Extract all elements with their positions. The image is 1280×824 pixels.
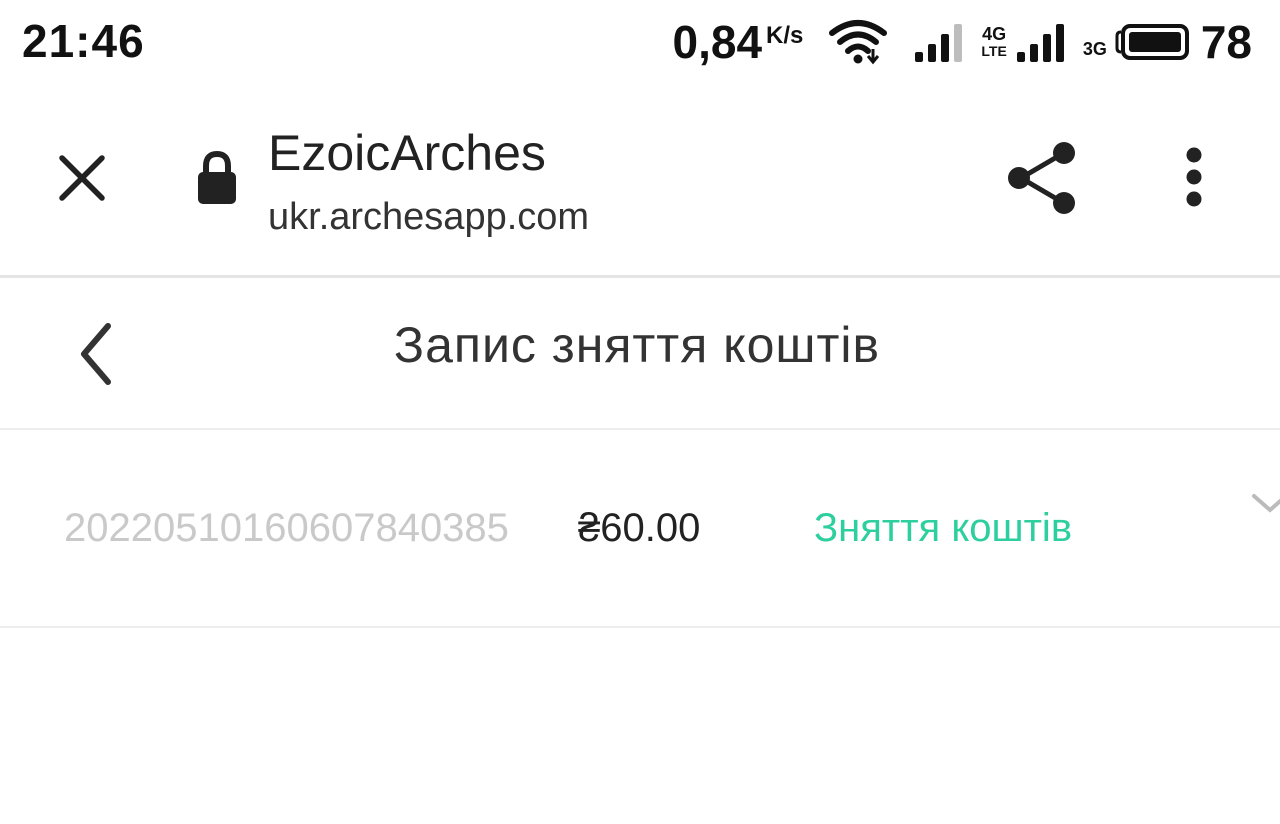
network-3g-label: 3G — [1082, 39, 1107, 59]
share-icon — [1008, 142, 1075, 214]
network-lte-label: LTE — [981, 43, 1007, 59]
lock-icon — [194, 150, 240, 206]
screen: 21:46 0,84 K/s 4G LTE 3G 78 EzoicArches … — [0, 0, 1280, 824]
record-amount: ₴60.00 — [578, 506, 701, 550]
battery-icon — [1115, 22, 1191, 62]
battery-level: 78 — [1200, 16, 1252, 68]
network-4g-label: 4G — [982, 24, 1007, 44]
record-row[interactable]: 20220510160607840385 ₴60.00 Зняття кошті… — [0, 430, 1280, 626]
share-button[interactable] — [1004, 140, 1080, 216]
network-type-4g-lte: 4G LTE — [981, 25, 1006, 59]
row-divider — [0, 626, 1280, 628]
chevron-down-icon — [1252, 494, 1280, 513]
record-id: 20220510160607840385 — [64, 506, 509, 550]
network-speed: 0,84 — [672, 16, 763, 68]
status-bar: 21:46 0,84 K/s 4G LTE 3G 78 — [0, 0, 1280, 84]
status-indicators: 0,84 K/s 4G LTE 3G 78 — [673, 12, 1252, 72]
back-button[interactable] — [66, 316, 126, 392]
more-options-button[interactable] — [1174, 146, 1214, 212]
chevron-left-icon — [81, 323, 111, 385]
site-url[interactable]: ukr.archesapp.com — [268, 196, 589, 239]
record-type: Зняття коштів — [814, 506, 1073, 550]
page-title: Запис зняття коштів — [393, 317, 881, 373]
signal-icon — [1016, 22, 1069, 62]
site-title: EzoicArches — [268, 125, 546, 181]
signal-icon — [915, 22, 967, 62]
close-button[interactable] — [52, 148, 112, 208]
more-vert-icon — [1186, 147, 1202, 207]
wifi-icon — [829, 19, 888, 65]
close-icon — [59, 155, 105, 201]
page-header: Запис зняття коштів — [0, 278, 1280, 428]
browser-toolbar: EzoicArches ukr.archesapp.com — [0, 96, 1280, 272]
expand-record-button[interactable] — [1246, 490, 1280, 520]
status-time: 21:46 — [22, 15, 145, 67]
network-speed-unit: K/s — [766, 22, 804, 49]
